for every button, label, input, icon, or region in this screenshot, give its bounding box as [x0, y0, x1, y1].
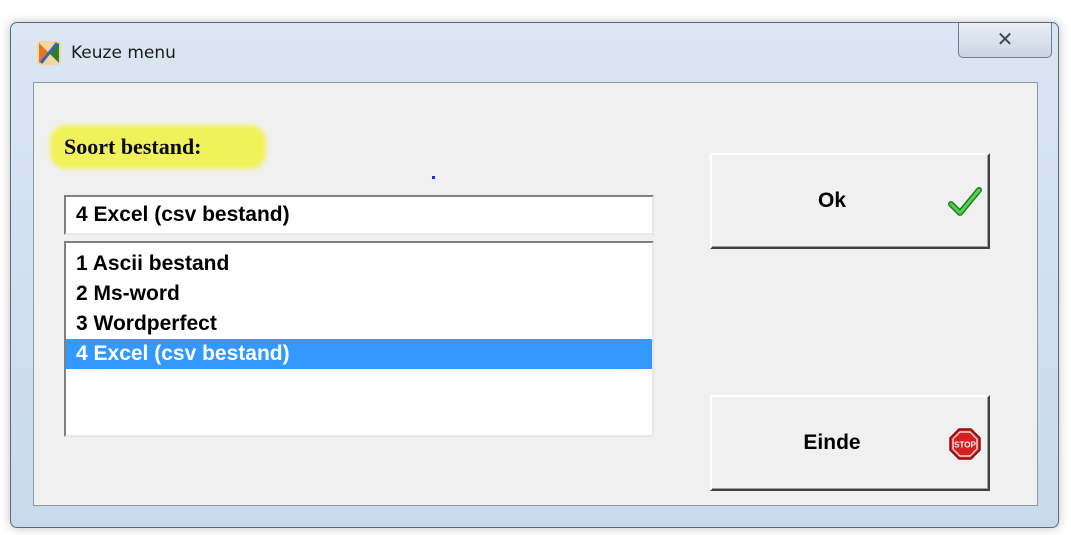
file-type-combobox[interactable]: 4 Excel (csv bestand): [64, 195, 654, 235]
window-title: Keuze menu: [71, 43, 176, 63]
einde-button-label: Einde: [803, 431, 861, 454]
svg-text:STOP: STOP: [954, 441, 976, 450]
field-label: Soort bestand:: [64, 134, 202, 159]
ok-button[interactable]: Ok: [710, 153, 990, 249]
close-icon: ✕: [996, 27, 1014, 51]
stop-sign-icon: STOP: [949, 428, 981, 460]
checkmark-icon: [948, 187, 982, 216]
title-bar[interactable]: Keuze menu ✕: [11, 23, 1058, 79]
list-item-ascii[interactable]: 1 Ascii bestand: [66, 249, 652, 279]
close-button[interactable]: ✕: [958, 23, 1052, 58]
dialog-window: Keuze menu ✕ Soort bestand: 4 Excel (csv…: [10, 22, 1059, 528]
list-item-ms-word[interactable]: 2 Ms-word: [66, 279, 652, 309]
stray-dot: [432, 176, 435, 179]
dialog-body: Soort bestand: 4 Excel (csv bestand) 1 A…: [33, 82, 1038, 506]
file-type-listbox[interactable]: 1 Ascii bestand 2 Ms-word 3 Wordperfect …: [64, 241, 654, 437]
ok-button-label: Ok: [817, 189, 846, 212]
app-icon: [37, 41, 61, 65]
einde-button[interactable]: Einde STOP: [710, 395, 990, 491]
list-item-wordperfect[interactable]: 3 Wordperfect: [66, 309, 652, 339]
list-item-excel[interactable]: 4 Excel (csv bestand): [66, 339, 652, 369]
